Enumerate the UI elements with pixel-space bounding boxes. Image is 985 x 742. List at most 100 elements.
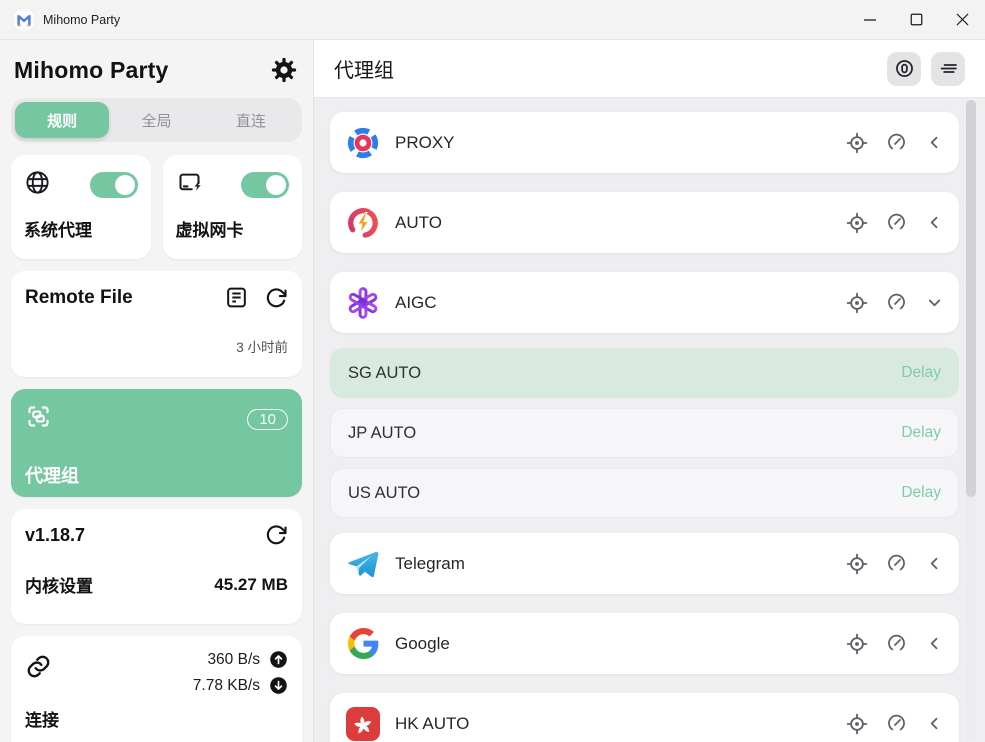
locate-icon[interactable] [846,553,868,575]
locate-icon[interactable] [846,212,868,234]
close-button[interactable] [939,0,985,40]
sidebar-app-title: Mihomo Party [14,57,168,84]
proxy-group-row[interactable]: Telegram [330,533,959,594]
profile-name: Remote File [25,287,133,309]
upload-speed: 360 B/s [207,651,260,669]
locate-icon[interactable] [846,633,868,655]
download-speed: 7.78 KB/s [193,677,260,695]
chevron-left-icon[interactable] [925,133,944,152]
proxy-node-row[interactable]: JP AUTO Delay [330,408,959,458]
hongkong-logo-icon [345,706,381,742]
google-logo-icon [345,626,381,662]
link-icon [25,653,52,685]
sidebar-item-proxy-groups[interactable]: 10 代理组 [11,389,302,497]
maximize-icon [906,9,927,30]
connection-nav-label: 连接 [25,706,288,731]
close-icon [952,9,973,30]
delay-label: Delay [901,424,941,442]
refresh-icon [264,523,288,547]
main-panel: 代理组 PROXY AUTO AIGC SG AUTO Delay JP AUTO Dela… [314,40,985,742]
scrollbar-thumb[interactable] [966,100,976,497]
outbound-mode-tabbar: 规则全局直连 [11,98,302,142]
refresh-icon [264,286,288,310]
speed-test-icon[interactable] [886,212,907,233]
page-title: 代理组 [334,54,394,83]
proxy-group-count-badge: 10 [247,409,288,430]
proxy-groups-nav-label: 代理组 [25,462,288,488]
edit-profile-button[interactable] [224,285,249,310]
proxy-group-name: AIGC [395,293,437,313]
tun-toggle[interactable] [241,172,289,198]
locate-icon[interactable] [846,713,868,735]
profile-card[interactable]: Remote File 3 小时前 [11,271,302,377]
delay-label: Delay [901,364,941,382]
system-proxy-label: 系统代理 [24,216,138,241]
chevron-down-icon[interactable] [925,293,944,312]
chevron-left-icon[interactable] [925,714,944,733]
settings-button[interactable] [269,55,299,85]
proxy-group-row[interactable]: Google [330,613,959,674]
proxy-group-row[interactable]: HK AUTO [330,693,959,742]
network-card-icon [176,169,203,201]
speed-test-icon[interactable] [886,553,907,574]
proxy-group-name: Google [395,634,450,654]
restart-core-button[interactable] [264,523,288,547]
speed-test-icon[interactable] [886,132,907,153]
connection-card[interactable]: 360 B/s 7.78 KB/s 连接 [11,636,302,742]
chevron-left-icon[interactable] [925,554,944,573]
proxy-node-name: US AUTO [348,484,420,503]
document-icon [224,285,249,310]
openai-logo-icon [345,285,381,321]
proxy-node-row[interactable]: SG AUTO Delay [330,348,959,398]
proxy-group-name: HK AUTO [395,714,469,734]
core-card[interactable]: v1.18.7 内核设置 45.27 MB [11,509,302,624]
upload-arrow-icon [269,650,288,669]
speed-test-icon[interactable] [886,292,907,313]
window-title: Mihomo Party [43,13,120,27]
proxy-group-row[interactable]: AIGC [330,272,959,333]
core-settings-label: 内核设置 [25,572,93,597]
telegram-logo-icon [345,546,381,582]
tun-card[interactable]: 虚拟网卡 [163,155,303,259]
proxy-group-name: PROXY [395,133,455,153]
text-lines-icon [938,58,959,79]
system-proxy-card[interactable]: 系统代理 [11,155,151,259]
proxy-node-name: SG AUTO [348,364,421,383]
core-memory: 45.27 MB [214,575,288,595]
tab-rule[interactable]: 规则 [15,102,109,138]
chevron-left-icon[interactable] [925,213,944,232]
proxy-node-list: SG AUTO Delay JP AUTO Delay US AUTODelay [330,348,959,518]
scrollbar-track [966,100,976,740]
speed-test-icon[interactable] [886,633,907,654]
download-arrow-icon [269,676,288,695]
proxy-node-row[interactable]: US AUTODelay [330,468,959,518]
tab-global[interactable]: 全局 [109,102,203,138]
proxy-logo-icon [345,125,381,161]
proxy-group-name: Telegram [395,554,465,574]
proxy-group-row[interactable]: PROXY [330,112,959,173]
gear-icon [270,56,298,84]
circle-d-icon [894,58,915,79]
profile-updated-time: 3 小时前 [25,336,288,356]
group-list-style-button[interactable] [931,52,965,86]
proxy-node-name: JP AUTO [348,424,416,443]
locate-icon[interactable] [846,292,868,314]
proxy-group-row[interactable]: AUTO [330,192,959,253]
globe-icon [24,169,51,201]
update-profile-button[interactable] [264,286,288,310]
locate-icon[interactable] [846,132,868,154]
delay-test-all-button[interactable] [887,52,921,86]
tab-direct[interactable]: 直连 [204,102,298,138]
speed-test-icon[interactable] [886,713,907,734]
proxy-group-list: PROXY AUTO AIGC SG AUTO Delay JP AUTO Delay US … [314,98,985,742]
sidebar: Mihomo Party [0,40,314,742]
app-logo-icon [14,10,34,30]
minimize-button[interactable] [847,0,893,40]
system-proxy-toggle[interactable] [90,172,138,198]
auto-logo-icon [345,205,381,241]
tun-label: 虚拟网卡 [176,216,290,241]
maximize-button[interactable] [893,0,939,40]
main-header: 代理组 [314,40,985,98]
scan-group-icon [25,403,52,435]
chevron-left-icon[interactable] [925,634,944,653]
